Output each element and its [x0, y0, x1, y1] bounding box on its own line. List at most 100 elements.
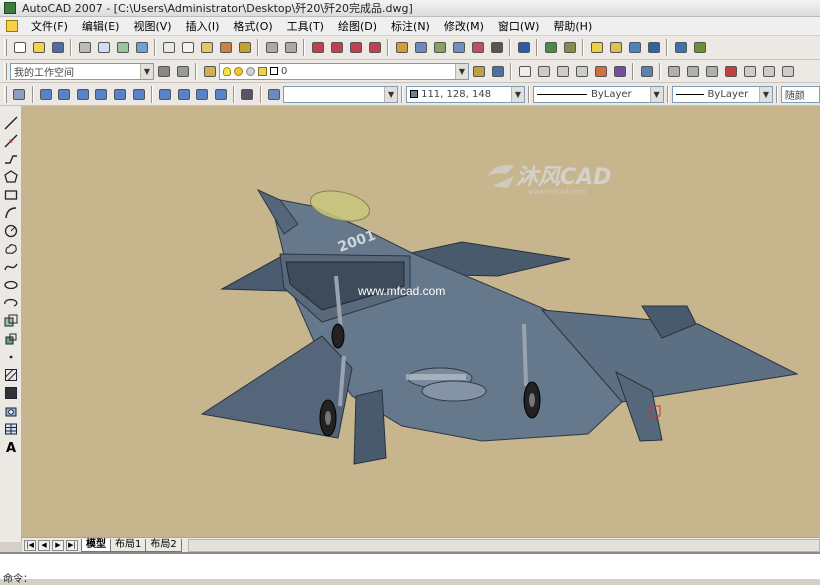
- torus-icon[interactable]: [611, 63, 628, 80]
- construction-line-icon[interactable]: [3, 133, 19, 149]
- ellipse-icon[interactable]: [3, 277, 19, 293]
- tab-last-icon[interactable]: ▶|: [66, 539, 78, 551]
- copy-icon[interactable]: [179, 39, 196, 56]
- save-icon[interactable]: [49, 39, 66, 56]
- publish-icon[interactable]: [114, 39, 131, 56]
- cut-icon[interactable]: [160, 39, 177, 56]
- ellipse-arc-icon[interactable]: [3, 295, 19, 311]
- workspace-dropdown[interactable]: 我的工作空间 ▼: [10, 62, 154, 80]
- toolbar-grip[interactable]: [4, 85, 7, 103]
- horizontal-scrollbar[interactable]: [187, 538, 820, 552]
- viewport-icon[interactable]: [266, 86, 283, 103]
- front-view-icon[interactable]: [112, 86, 129, 103]
- revision-cloud-icon[interactable]: [3, 241, 19, 257]
- gradient-icon[interactable]: [3, 385, 19, 401]
- sw-iso-view-icon[interactable]: [157, 86, 174, 103]
- linetype-dropdown[interactable]: ByLayer ▼: [532, 85, 664, 103]
- lineweight-dropdown[interactable]: ByLayer ▼: [671, 85, 773, 103]
- arc-icon[interactable]: [3, 205, 19, 221]
- sphere-icon[interactable]: [592, 63, 609, 80]
- layer-color-icon[interactable]: [270, 67, 278, 75]
- toolbar-grip[interactable]: [4, 39, 7, 56]
- workspace-save-icon[interactable]: [174, 63, 191, 80]
- 3d-dwf-icon[interactable]: [133, 39, 150, 56]
- open-icon[interactable]: [30, 39, 47, 56]
- properties-icon[interactable]: [393, 39, 410, 56]
- menu-draw[interactable]: 绘图(D): [331, 17, 384, 36]
- 3d-rotate-icon[interactable]: [741, 63, 758, 80]
- tab-layout1[interactable]: 布局1: [110, 538, 147, 552]
- camera-icon[interactable]: [672, 39, 689, 56]
- layer-freeze-icon[interactable]: [234, 66, 243, 76]
- paste-icon[interactable]: [198, 39, 215, 56]
- point-icon[interactable]: [3, 349, 19, 365]
- menu-dimension[interactable]: 标注(N): [384, 17, 437, 36]
- ne-iso-view-icon[interactable]: [194, 86, 211, 103]
- autocad-app-icon[interactable]: [4, 2, 16, 14]
- toolbar-grip[interactable]: [4, 62, 7, 80]
- zoom-realtime-icon[interactable]: [328, 39, 345, 56]
- menu-edit[interactable]: 编辑(E): [75, 17, 127, 36]
- left-view-icon[interactable]: [75, 86, 92, 103]
- subtract-icon[interactable]: [684, 63, 701, 80]
- make-object-layer-current-icon[interactable]: [470, 63, 487, 80]
- right-view-icon[interactable]: [93, 86, 110, 103]
- workspace-settings-icon[interactable]: [155, 63, 172, 80]
- help-icon[interactable]: [515, 39, 532, 56]
- menu-help[interactable]: 帮助(H): [546, 17, 599, 36]
- union-icon[interactable]: [665, 63, 682, 80]
- hatch-icon[interactable]: [3, 367, 19, 383]
- calculator-icon[interactable]: [488, 39, 505, 56]
- undo-icon[interactable]: [263, 39, 280, 56]
- redo-icon[interactable]: [282, 39, 299, 56]
- light-icon[interactable]: [588, 39, 605, 56]
- chevron-down-icon[interactable]: ▼: [510, 86, 524, 102]
- layer-lock-icon[interactable]: [258, 66, 267, 76]
- tab-next-icon[interactable]: ▶: [52, 539, 64, 551]
- table-icon[interactable]: [3, 421, 19, 437]
- section-plane-icon[interactable]: [760, 63, 777, 80]
- layer-previous-icon[interactable]: [489, 63, 506, 80]
- chevron-down-icon[interactable]: ▼: [758, 86, 772, 102]
- named-views-icon[interactable]: [11, 86, 28, 103]
- camera-view-icon[interactable]: [239, 86, 256, 103]
- layer-dropdown[interactable]: 0 ▼: [219, 62, 469, 80]
- chevron-down-icon[interactable]: ▼: [455, 63, 468, 79]
- menu-insert[interactable]: 插入(I): [179, 17, 227, 36]
- intersect-icon[interactable]: [703, 63, 720, 80]
- materials-icon[interactable]: [626, 39, 643, 56]
- region-icon[interactable]: [3, 403, 19, 419]
- block-editor-icon[interactable]: [236, 39, 253, 56]
- design-center-icon[interactable]: [412, 39, 429, 56]
- wedge-icon[interactable]: [554, 63, 571, 80]
- new-icon[interactable]: [11, 39, 28, 56]
- polyline-icon[interactable]: [3, 151, 19, 167]
- color-dropdown[interactable]: 111, 128, 148 ▼: [406, 85, 525, 103]
- menu-window[interactable]: 窗口(W): [491, 17, 546, 36]
- multiline-text-icon[interactable]: A: [3, 440, 19, 456]
- insert-block-icon[interactable]: [3, 313, 19, 329]
- drawing-canvas[interactable]: 2001 沐风CAD www.mfcad.com www.mfcad.com: [22, 106, 820, 537]
- markup-icon[interactable]: [469, 39, 486, 56]
- document-icon[interactable]: [6, 20, 18, 32]
- zoom-previous-icon[interactable]: [366, 39, 383, 56]
- render-icon[interactable]: [561, 39, 578, 56]
- render-window-icon[interactable]: [645, 39, 662, 56]
- walk-icon[interactable]: [691, 39, 708, 56]
- ucs-icon[interactable]: [516, 63, 533, 80]
- 3d-orbit-icon[interactable]: [542, 39, 559, 56]
- view-dropdown[interactable]: ▼: [283, 85, 399, 103]
- layer-viewport-freeze-icon[interactable]: [246, 66, 255, 76]
- command-line[interactable]: 命令：: [0, 552, 820, 585]
- tab-layout2[interactable]: 布局2: [145, 538, 182, 552]
- cone-icon[interactable]: [573, 63, 590, 80]
- line-icon[interactable]: [3, 115, 19, 131]
- 3d-move-icon[interactable]: [722, 63, 739, 80]
- back-view-icon[interactable]: [130, 86, 147, 103]
- top-view-icon[interactable]: [38, 86, 55, 103]
- zoom-window-icon[interactable]: [347, 39, 364, 56]
- plot-icon[interactable]: [76, 39, 93, 56]
- spotlight-icon[interactable]: [607, 39, 624, 56]
- tool-palettes-icon[interactable]: [431, 39, 448, 56]
- pan-icon[interactable]: [309, 39, 326, 56]
